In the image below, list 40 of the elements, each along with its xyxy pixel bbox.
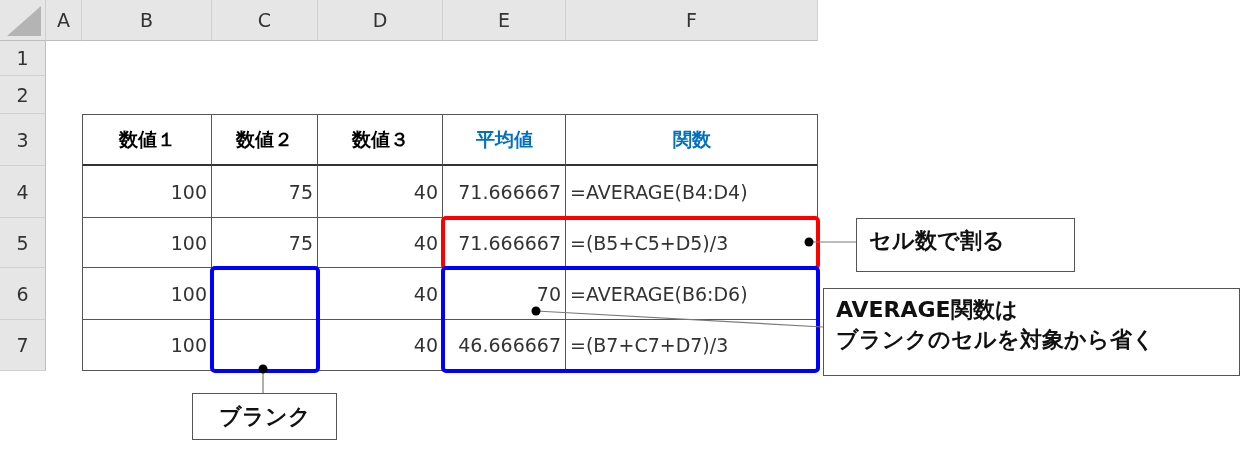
table-cell: 71.666667	[443, 218, 566, 268]
leader-line	[804, 237, 857, 247]
row-header[interactable]: 3	[0, 114, 46, 166]
table-cell: 40	[318, 218, 443, 268]
callout-label: セル数で割る	[856, 218, 1075, 272]
column-header[interactable]: D	[318, 0, 443, 41]
row-header[interactable]: 1	[0, 41, 46, 76]
row-header[interactable]: 5	[0, 218, 46, 268]
header-cell: 数値１	[82, 114, 212, 166]
table-cell: =(B7+C7+D7)/3	[566, 320, 818, 371]
table-cell: 100	[82, 268, 212, 320]
row-header[interactable]: 2	[0, 76, 46, 114]
table-cell: =AVERAGE(B4:D4)	[566, 166, 818, 218]
table-cell: 46.666667	[443, 320, 566, 371]
table-cell: =AVERAGE(B6:D6)	[566, 268, 818, 320]
header-cell: 数値２	[212, 114, 318, 166]
leader-line	[258, 364, 268, 394]
column-header[interactable]: F	[566, 0, 818, 41]
column-header[interactable]: C	[212, 0, 318, 41]
callout-label: ブランク	[192, 393, 337, 440]
table-cell: 100	[82, 218, 212, 268]
table-cell: 40	[318, 166, 443, 218]
header-cell: 数値３	[318, 114, 443, 166]
column-header[interactable]: E	[443, 0, 566, 41]
row-header[interactable]: 4	[0, 166, 46, 218]
table-cell: 40	[318, 320, 443, 371]
row-header[interactable]: 7	[0, 320, 46, 371]
row-header[interactable]: 6	[0, 268, 46, 320]
table-cell: 40	[318, 268, 443, 320]
select-all-icon[interactable]	[7, 6, 41, 36]
table-cell: 100	[82, 166, 212, 218]
header-cell: 関数	[566, 114, 818, 166]
table-cell: 71.666667	[443, 166, 566, 218]
table-cell: 75	[212, 218, 318, 268]
callout-label: AVERAGE関数は ブランクのセルを対象から省く	[823, 288, 1240, 376]
column-header[interactable]: A	[46, 0, 82, 41]
table-cell: 75	[212, 166, 318, 218]
header-cell: 平均値	[443, 114, 566, 166]
column-header[interactable]: B	[82, 0, 212, 41]
table-cell: 100	[82, 320, 212, 371]
